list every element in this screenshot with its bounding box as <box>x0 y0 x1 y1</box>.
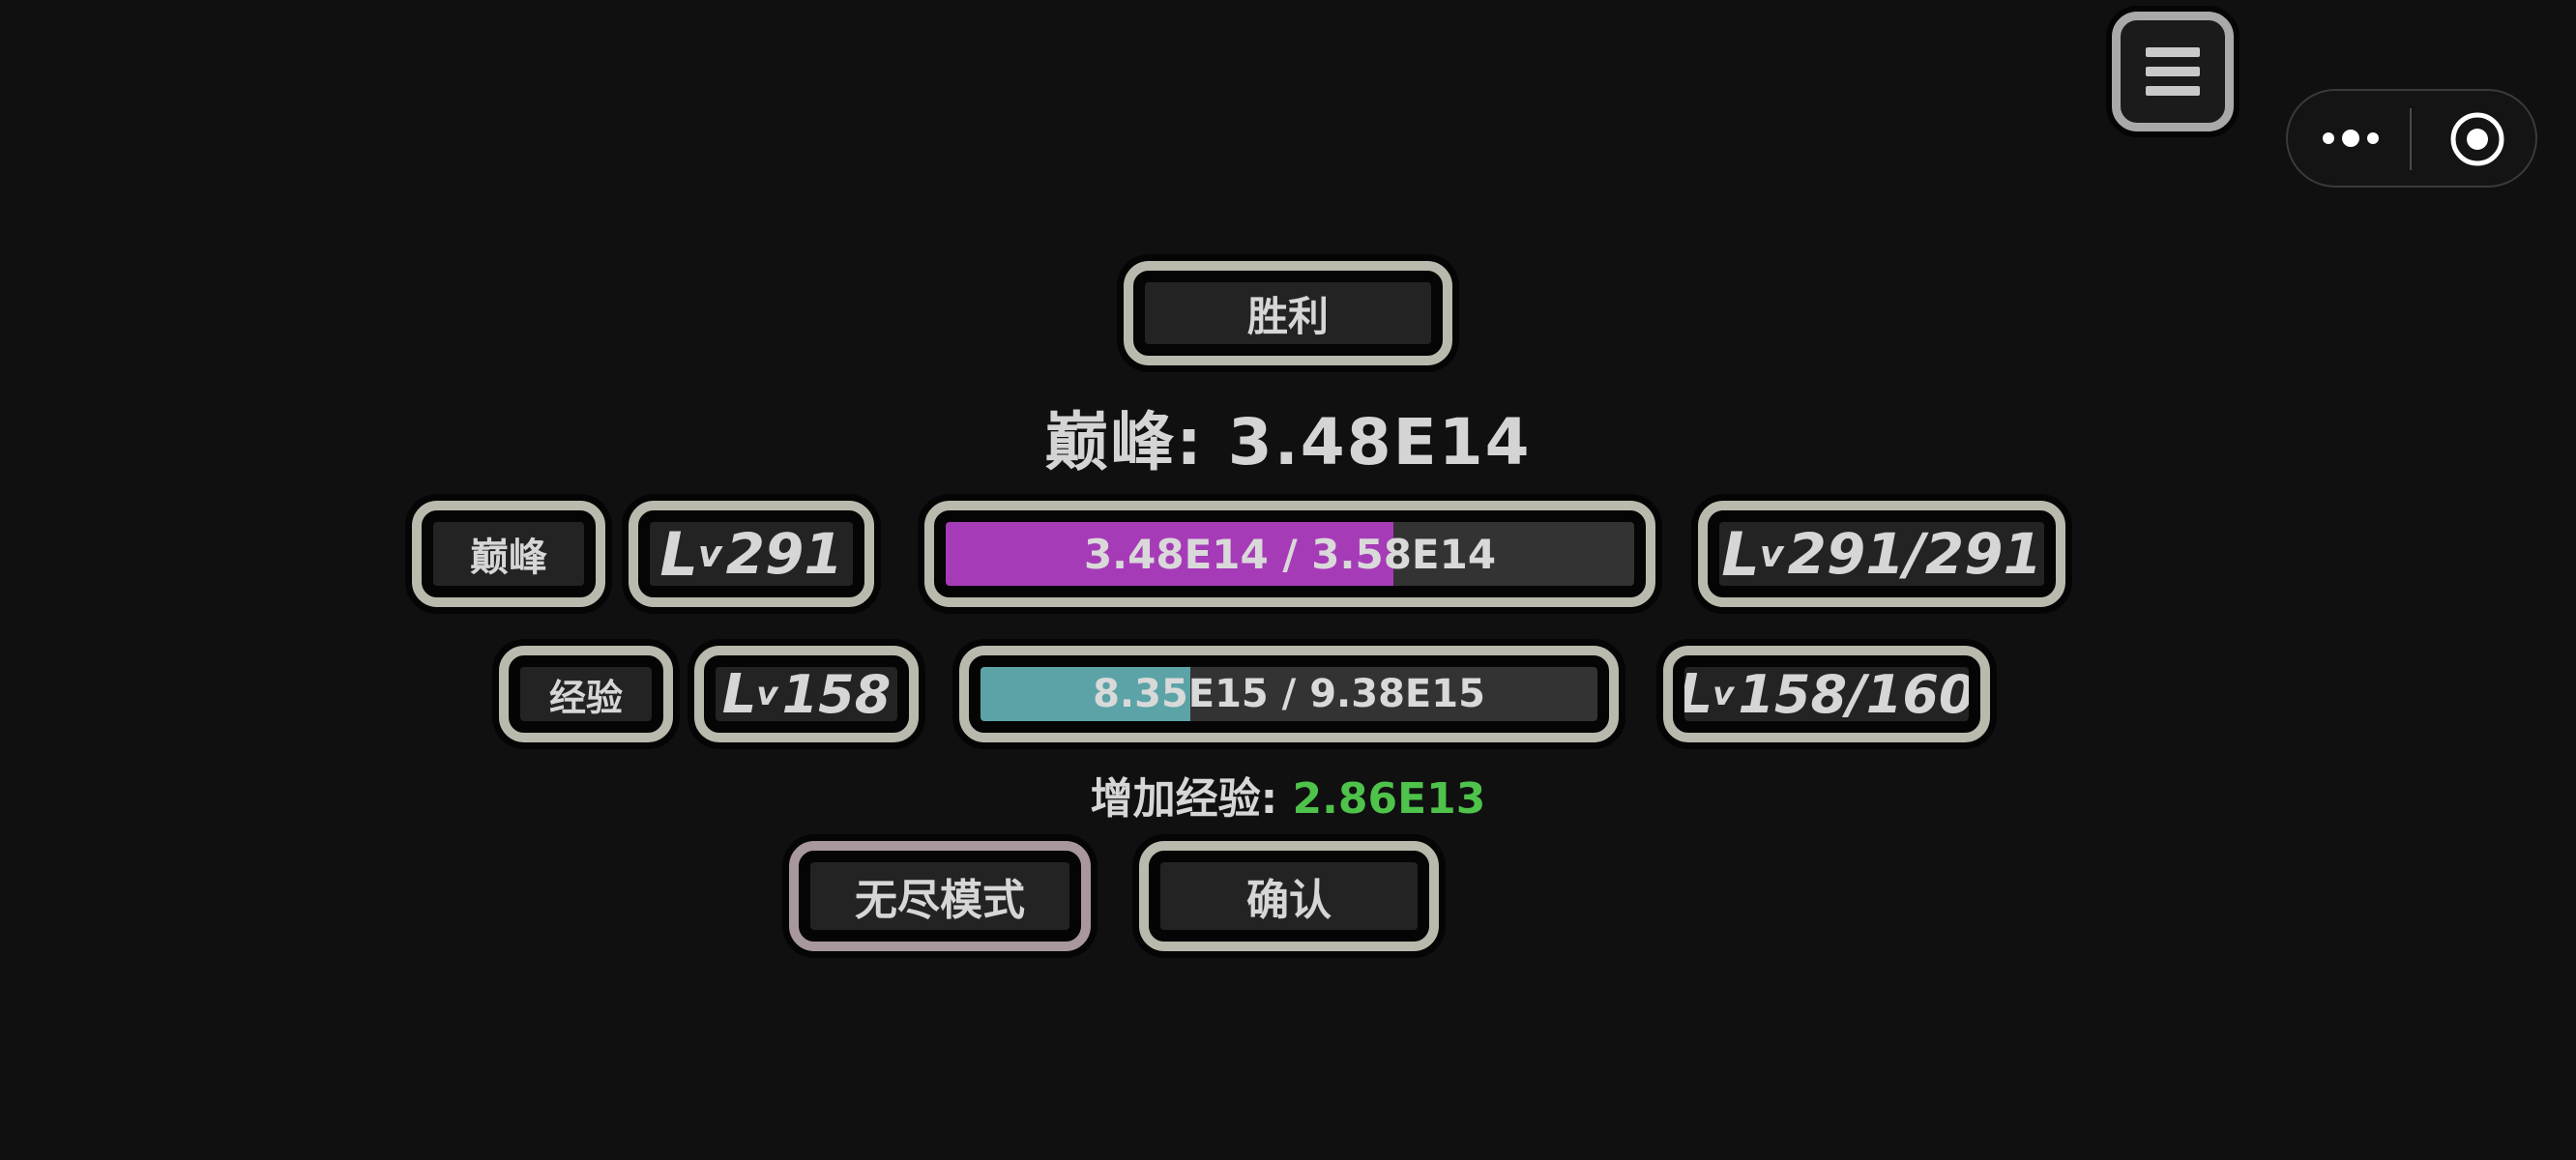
peak-label: 巅峰 <box>433 522 584 586</box>
peak-progress-bar: 3.48E14 / 3.58E14 <box>924 501 1655 607</box>
endless-mode-label: 无尽模式 <box>810 862 1069 930</box>
peak-label-box: 巅峰 <box>412 501 605 607</box>
menu-line-icon <box>2146 47 2200 57</box>
exp-max-level-box: Lv158/160 <box>1663 646 1990 742</box>
menu-button[interactable] <box>2112 12 2234 131</box>
exp-label-box: 经验 <box>499 646 673 742</box>
exp-gain-value: 2.86E13 <box>1292 774 1486 824</box>
exp-progress-bar: 8.35E15 / 9.38E15 <box>959 646 1619 742</box>
peak-level: Lv 291 <box>650 522 853 586</box>
peak-max-level-box: Lv 291/291 <box>1698 501 2065 607</box>
victory-label: 胜利 <box>1145 282 1431 344</box>
capsule-menu <box>2286 89 2537 188</box>
exp-gain-line: 增加经验: 2.86E13 <box>998 764 1578 826</box>
peak-max-level: Lv 291/291 <box>1719 522 2044 586</box>
exp-progress-text: 8.35E15 / 9.38E15 <box>1093 672 1485 716</box>
menu-line-icon <box>2146 86 2200 96</box>
confirm-button[interactable]: 确认 <box>1139 841 1439 951</box>
peak-level-box: Lv 291 <box>629 501 874 607</box>
victory-banner: 胜利 <box>1124 261 1452 365</box>
exp-level: Lv 158 <box>716 667 897 721</box>
exp-max-level: Lv158/160 <box>1684 667 1969 721</box>
menu-line-icon <box>2146 67 2200 76</box>
confirm-label: 确认 <box>1160 862 1418 930</box>
capsule-divider <box>2410 108 2412 170</box>
target-circle-icon[interactable] <box>2448 110 2506 168</box>
exp-label: 经验 <box>520 667 652 721</box>
exp-gain-label: 增加经验: <box>1090 774 1293 824</box>
peak-summary: 巅峰: 3.48E14 <box>1044 405 1532 479</box>
exp-level-box: Lv 158 <box>694 646 919 742</box>
more-dots-icon[interactable] <box>2321 124 2381 153</box>
endless-mode-button[interactable]: 无尽模式 <box>789 841 1091 951</box>
peak-progress-text: 3.48E14 / 3.58E14 <box>1083 530 1497 578</box>
